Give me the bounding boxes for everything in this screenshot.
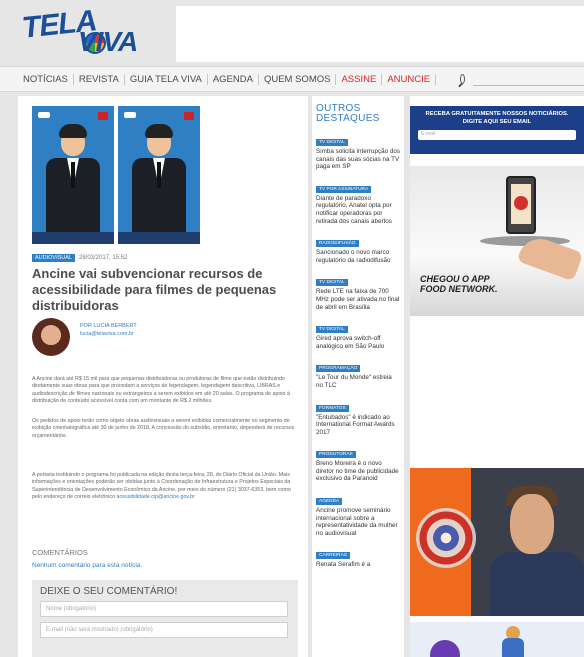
category-badge[interactable]: PROGRAMAÇÃO <box>316 365 361 373</box>
article: AUDIOVISUAL 28/03/2017, 15:52 Ancine vai… <box>18 96 308 657</box>
ad-placeholder <box>410 322 584 462</box>
ad-food-text: CHEGOU O APP FOOD NETWORK. <box>420 274 498 294</box>
category-badge[interactable]: TV DIGITAL <box>316 139 348 146</box>
other-highlights-title: OUTROS DESTAQUES <box>316 104 400 124</box>
article-date: 28/03/2017, 15:52 <box>78 255 128 261</box>
nav-item-guia[interactable]: GUIA TELA VIVA <box>125 73 208 85</box>
list-item[interactable]: TV DIGITAL Simba solicita interrupção do… <box>316 130 400 171</box>
category-badge[interactable]: AGENDA <box>316 498 343 506</box>
character-face <box>510 494 554 554</box>
list-item[interactable]: TV POR ASSINATURA Diante de paradoxo reg… <box>316 177 400 225</box>
figure-body <box>502 638 524 657</box>
app-logo-icon <box>514 196 528 210</box>
article-image-1[interactable] <box>32 106 114 244</box>
nav-item-revista[interactable]: REVISTA <box>74 73 125 85</box>
list-item[interactable]: FORMATOS "Entubados" é indicado ao Inter… <box>316 396 400 437</box>
article-paragraph: A portaria instituindo o programa foi pu… <box>32 472 300 501</box>
author-email[interactable]: lucia@telaviva.com.br <box>80 330 137 338</box>
list-item[interactable]: CARREIRAS Renata Serafim é a <box>316 543 400 569</box>
character-body <box>490 552 584 616</box>
category-badge[interactable]: CARREIRAS <box>316 552 350 560</box>
search-icon[interactable] <box>460 74 466 84</box>
comment-form: DEIXE O SEU COMENTÁRIO! Nome (obrigatóri… <box>32 580 298 657</box>
author-block: POR LUCIA BERBERT lucia@telaviva.com.br <box>32 318 137 356</box>
nav-item-agenda[interactable]: AGENDA <box>208 73 259 85</box>
article-paragraph: A Ancine dará até R$ 15 mil para que peq… <box>32 376 290 404</box>
category-badge[interactable]: TV DIGITAL <box>316 279 348 287</box>
email-field[interactable]: E-mail (não será mostrado) (obrigatório) <box>40 622 288 638</box>
main-nav: NOTÍCIAS REVISTA GUIA TELA VIVA AGENDA Q… <box>0 66 584 92</box>
other-highlights-title-line2: DESTAQUES <box>316 113 380 124</box>
category-badge[interactable]: FORMATOS <box>316 404 349 412</box>
list-item-title[interactable]: Sancionado o novo marco regulatório da r… <box>316 249 400 264</box>
ad-food-line2: FOOD NETWORK. <box>420 284 498 294</box>
list-item-title[interactable]: "Le Tour du Monde" estreia no TLC <box>316 374 400 389</box>
list-item[interactable]: TV DIGITAL Gired aprova switch-off analó… <box>316 317 400 350</box>
shield-image <box>416 508 476 568</box>
no-comments-text: Nenhum comentário para esta notícia. <box>32 562 143 569</box>
nav-item-quem-somos[interactable]: QUEM SOMOS <box>259 73 337 85</box>
article-image-2[interactable] <box>118 106 200 244</box>
movie-ad[interactable] <box>410 468 584 616</box>
name-field[interactable]: Nome (obrigatório) <box>40 601 288 617</box>
author-avatar <box>32 318 70 356</box>
newsletter-email-input[interactable]: E-mail <box>418 130 576 140</box>
comment-form-title: DEIXE O SEU COMENTÁRIO! <box>40 586 178 597</box>
article-meta: AUDIOVISUAL 28/03/2017, 15:52 <box>32 254 127 262</box>
nav-item-noticias[interactable]: NOTÍCIAS <box>18 73 74 85</box>
list-item[interactable]: RADIODIFUSÃO Sancionado o novo marco reg… <box>316 231 400 264</box>
logo-text-viva: VIVA <box>78 26 138 57</box>
header-banner <box>176 6 584 62</box>
list-item-title[interactable]: Renata Serafim é a <box>316 561 400 569</box>
list-item-title[interactable]: Diante de paradoxo regulatório, Anatel o… <box>316 195 400 225</box>
newsletter-box: RECEBA GRATUITAMENTE NOSSOS NOTICIÁRIOS.… <box>410 106 584 154</box>
list-item-title[interactable]: "Entubados" é indicado ao International … <box>316 414 400 437</box>
list-item-title[interactable]: Simba solicita interrupção dos canais da… <box>316 148 400 171</box>
category-badge[interactable]: TV POR ASSINATURA <box>316 185 372 193</box>
other-highlights: OUTROS DESTAQUES TV DIGITAL Simba solici… <box>312 96 404 657</box>
author-name[interactable]: POR LUCIA BERBERT <box>80 322 137 330</box>
list-item[interactable]: PRODUTORAS Breno Moreira é o novo direto… <box>316 442 400 483</box>
list-item-title[interactable]: Rede LTE na faixa de 700 MHz pode ser at… <box>316 288 400 311</box>
article-images <box>32 106 200 244</box>
list-item[interactable]: PROGRAMAÇÃO "Le Tour du Monde" estreia n… <box>316 356 400 389</box>
list-item[interactable]: TV DIGITAL Rede LTE na faixa de 700 MHz … <box>316 270 400 311</box>
comments-heading: COMENTÁRIOS <box>32 548 88 557</box>
newsletter-text: RECEBA GRATUITAMENTE NOSSOS NOTICIÁRIOS.… <box>425 111 569 125</box>
email-link[interactable]: acessibilidade.cip@ancine.gov.br <box>117 494 195 500</box>
category-badge[interactable]: AUDIOVISUAL <box>32 254 75 262</box>
ad-shape <box>430 640 460 657</box>
ad-food-line1: CHEGOU O APP <box>420 274 490 284</box>
search-input[interactable] <box>473 72 584 86</box>
bottom-ad[interactable] <box>410 622 584 657</box>
list-item-title[interactable]: Ancine promove seminário internacional s… <box>316 507 400 537</box>
category-badge[interactable]: TV DIGITAL <box>316 326 348 334</box>
food-network-ad[interactable]: CHEGOU O APP FOOD NETWORK. <box>410 166 584 316</box>
site-header: TELA VIVA <box>0 0 584 66</box>
category-badge[interactable]: RADIODIFUSÃO <box>316 240 359 248</box>
article-paragraph: Os pedidos de apoio terão como objeto ob… <box>32 418 295 439</box>
site-logo[interactable]: TELA VIVA <box>20 4 172 62</box>
list-item-title[interactable]: Breno Moreira é o novo diretor no time d… <box>316 460 400 483</box>
nav-item-anuncie[interactable]: ANUNCIE <box>382 73 437 85</box>
list-item[interactable]: AGENDA Ancine promove seminário internac… <box>316 489 400 537</box>
right-sidebar: RECEBA GRATUITAMENTE NOSSOS NOTICIÁRIOS.… <box>410 96 584 657</box>
category-badge[interactable]: PRODUTORAS <box>316 451 356 459</box>
nav-item-assine[interactable]: ASSINE <box>336 73 383 85</box>
list-item-title[interactable]: Gired aprova switch-off analógico em São… <box>316 335 400 350</box>
article-title: Ancine vai subvencionar recursos de aces… <box>32 266 277 313</box>
